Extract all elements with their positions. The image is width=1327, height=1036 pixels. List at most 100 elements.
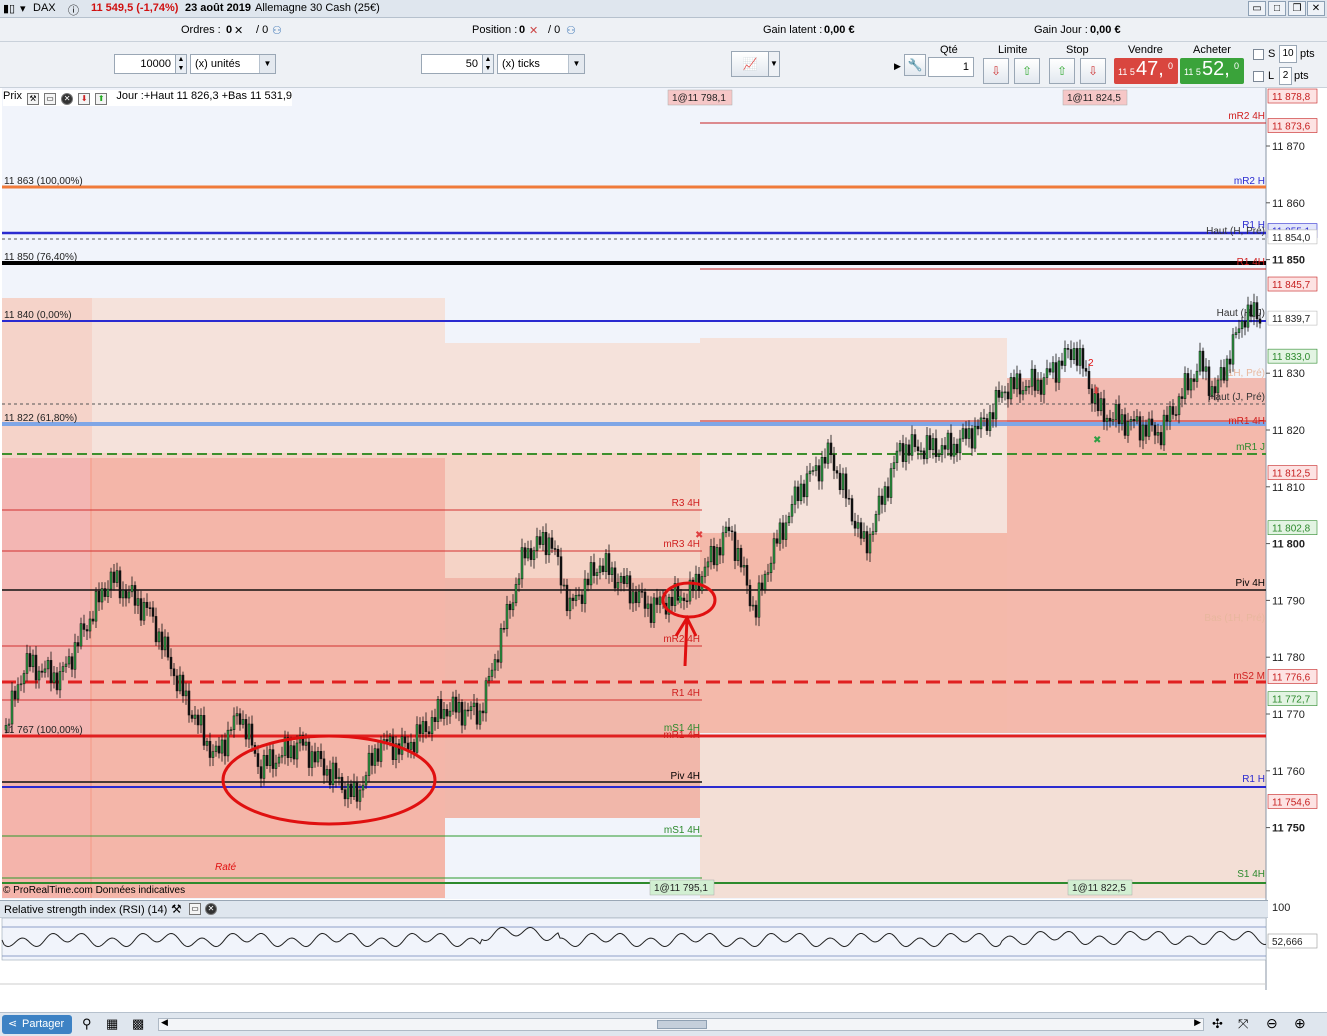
product-name[interactable]: DAX xyxy=(33,2,56,14)
qty-input[interactable]: 1 xyxy=(928,57,974,77)
candle-body xyxy=(490,669,494,677)
size-stepper[interactable]: ▲ ▼ xyxy=(175,54,187,74)
candle-body xyxy=(925,435,929,460)
candle-body xyxy=(1234,332,1238,335)
fit-icon[interactable]: ⤧ xyxy=(1238,1016,1248,1032)
limit-sell-icon[interactable]: ⇩ xyxy=(983,58,1009,84)
candle-body xyxy=(238,713,242,725)
size-input[interactable]: 10000 xyxy=(114,54,176,74)
exit-marker: ✖ xyxy=(695,530,703,541)
price-tag-label: 11 839,7 xyxy=(1272,314,1311,325)
sell-label: Vendre xyxy=(1128,44,1163,56)
crosshair-icon[interactable]: ✣ xyxy=(1212,1016,1223,1032)
candle-body xyxy=(313,751,317,763)
close-position-icon[interactable]: ✕ xyxy=(529,24,538,37)
candle-body xyxy=(934,438,938,457)
screenshot-icon[interactable]: ▦ xyxy=(106,1016,118,1032)
candle-body xyxy=(712,545,716,566)
candle-body xyxy=(493,659,497,671)
ticks-stepper[interactable]: ▲ ▼ xyxy=(482,54,494,74)
buy-marker: ⬆ xyxy=(676,595,684,606)
candle-body xyxy=(61,666,65,672)
candle-body xyxy=(988,412,992,431)
sell-button[interactable]: 11 5 47, 0 xyxy=(1114,58,1178,84)
horizontal-scrollbar[interactable]: ◀ ▶ xyxy=(158,1017,1204,1031)
grid-icon[interactable]: ▩ xyxy=(132,1016,144,1032)
window-icon[interactable]: ▭ xyxy=(189,903,201,915)
candle-body xyxy=(181,674,185,697)
candle-body xyxy=(343,789,347,800)
wrench-icon[interactable]: ⚒ xyxy=(171,902,182,916)
candle-body xyxy=(817,465,821,482)
info-icon[interactable]: ⓘ xyxy=(68,2,79,18)
close-icon[interactable]: ✕ xyxy=(61,93,74,105)
price-tag-label: 11 802,8 xyxy=(1272,524,1311,535)
candle-body xyxy=(1213,386,1217,394)
candle-body xyxy=(190,714,194,719)
candle-body xyxy=(1063,348,1067,366)
size-unit-select[interactable]: (x) unités ▼ xyxy=(190,54,276,74)
chart-canvas[interactable]: 11 863 (100,00%) 11 850 (76,40%) 11 840 (0… xyxy=(0,88,1327,990)
window-icon[interactable]: ▭ xyxy=(44,93,57,105)
scroll-right-icon[interactable]: ▶ xyxy=(1194,1017,1201,1028)
wrench-icon[interactable]: 🔧 xyxy=(904,54,926,76)
level-label: R1 4H xyxy=(1237,257,1265,268)
candle-body xyxy=(262,754,266,779)
stop-sell-icon[interactable]: ⇩ xyxy=(1080,58,1106,84)
sell-price-decimal: 0 xyxy=(1168,61,1174,71)
zoom-out-icon[interactable]: ⊖ xyxy=(1266,1015,1278,1032)
close-icon[interactable]: ✕ xyxy=(205,903,217,915)
candle-body xyxy=(115,570,119,583)
candle-body xyxy=(472,702,476,707)
close-button[interactable]: ✕ xyxy=(1307,1,1325,16)
stop-buy-icon[interactable]: ⇧ xyxy=(1049,58,1075,84)
candle-body xyxy=(1153,424,1157,436)
limit-buy-icon[interactable]: ⇧ xyxy=(1014,58,1040,84)
title-bar: ▮▯ ▾ DAX ⓘ 11 549,5 (-1,74%) 23 août 201… xyxy=(0,0,1327,18)
stop-checkbox[interactable] xyxy=(1253,49,1264,60)
ticks-unit-select[interactable]: (x) ticks ▼ xyxy=(497,54,585,74)
scroll-left-icon[interactable]: ◀ xyxy=(161,1017,168,1028)
limit-checkbox[interactable] xyxy=(1253,71,1264,82)
ticks-unit-value: (x) ticks xyxy=(502,58,540,70)
candle-body xyxy=(859,522,863,539)
limit-points-input[interactable]: 2 xyxy=(1279,67,1292,85)
candle-body xyxy=(598,565,602,573)
candle-body xyxy=(1156,432,1160,436)
candle-body xyxy=(136,598,140,606)
chevron-down-icon[interactable]: ▼ xyxy=(768,51,780,77)
candle-body xyxy=(337,776,341,779)
candle-body xyxy=(370,752,374,766)
wrench-icon[interactable]: ⚒ xyxy=(27,93,40,105)
collapse-arrow-icon[interactable]: ▶ xyxy=(894,52,902,80)
minimize-button[interactable]: ▭ xyxy=(1248,1,1266,16)
candle-body xyxy=(250,723,254,746)
candle-body xyxy=(721,532,725,556)
level-label: Haut (H, Pré) xyxy=(1206,226,1265,237)
chevron-down-icon[interactable]: ▾ xyxy=(20,2,26,15)
position-people-icon[interactable]: ⚇ xyxy=(566,24,576,37)
candle-body xyxy=(532,550,536,560)
share-button[interactable]: ⋖ Partager xyxy=(2,1015,72,1034)
close-orders-icon[interactable]: ✕ xyxy=(234,24,243,37)
zoom-in-icon[interactable]: ⊕ xyxy=(1294,1015,1306,1032)
binoculars-icon[interactable]: ⚲ xyxy=(82,1016,92,1032)
restore-button[interactable]: ❐ xyxy=(1288,1,1306,16)
ticks-input[interactable]: 50 xyxy=(421,54,483,74)
maximize-button[interactable]: □ xyxy=(1268,1,1286,16)
candle-body xyxy=(148,607,152,609)
people-icon[interactable]: ⚇ xyxy=(272,24,282,37)
stop-points-input[interactable]: 10 xyxy=(1279,45,1297,63)
move-up-icon[interactable]: ⬆ xyxy=(95,93,108,105)
date-label: 23 août 2019 xyxy=(185,2,252,14)
price-chart[interactable]: 11 863 (100,00%) 11 850 (76,40%) 11 840 (0… xyxy=(0,88,1327,990)
candle-body xyxy=(1207,366,1211,396)
candle-body xyxy=(217,745,221,754)
candle-body xyxy=(613,567,617,589)
move-down-icon[interactable]: ⬇ xyxy=(78,93,91,105)
scroll-thumb[interactable] xyxy=(657,1020,707,1029)
limit-label: Limite xyxy=(998,44,1028,56)
candle-body xyxy=(529,548,533,560)
buy-button[interactable]: 11 5 52, 0 xyxy=(1180,58,1244,84)
chart-trading-icon[interactable]: 📈 xyxy=(731,51,769,77)
